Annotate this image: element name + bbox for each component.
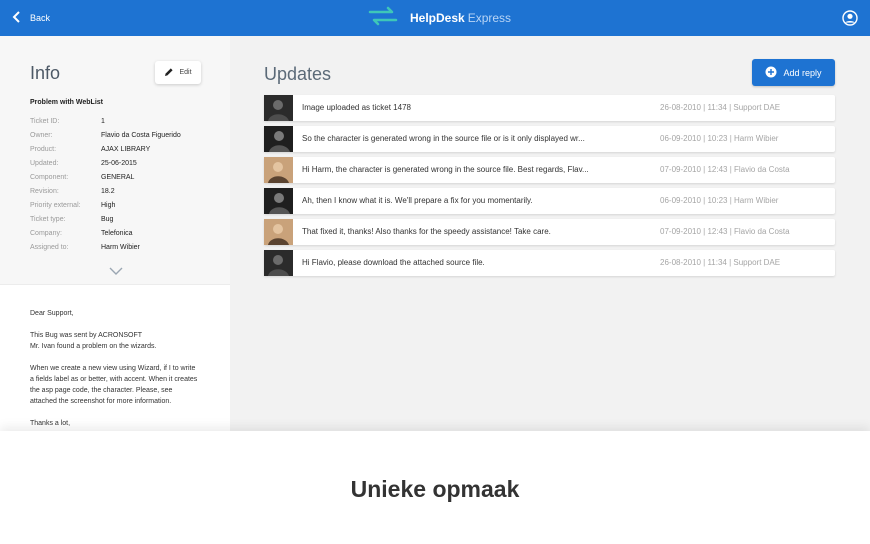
update-meta: 07-09-2010 | 12:43 | Flavio da Costa bbox=[660, 165, 790, 174]
helpdesk-logo-icon bbox=[366, 6, 400, 31]
update-meta: 06-09-2010 | 10:23 | Harm Wibier bbox=[660, 134, 779, 143]
ticket-description: Dear Support, This Bug was sent by ACRON… bbox=[0, 284, 230, 431]
prop-row: Company: Telefonica bbox=[30, 226, 210, 240]
avatar bbox=[264, 95, 293, 121]
update-text: Hi Harm, the character is generated wron… bbox=[302, 165, 589, 174]
update-meta: 06-09-2010 | 10:23 | Harm Wibier bbox=[660, 196, 779, 205]
back-button[interactable]: Back bbox=[12, 0, 50, 36]
user-account-button[interactable] bbox=[842, 10, 858, 26]
prop-label: Assigned to: bbox=[30, 243, 69, 251]
description-line: Mr. Ivan found a problem on the wizards. bbox=[30, 343, 157, 350]
prop-row: Revision: 18.2 bbox=[30, 184, 210, 198]
chevron-down-icon bbox=[108, 263, 124, 280]
avatar bbox=[264, 126, 293, 152]
prop-row: Updated: 25-06-2015 bbox=[30, 156, 210, 170]
description-paragraph: This Bug was sent by ACRONSOFT Mr. Ivan f… bbox=[30, 330, 200, 352]
description-line: This Bug was sent by ACRONSOFT bbox=[30, 332, 143, 339]
update-meta: 26-08-2010 | 11:34 | Support DAE bbox=[660, 258, 781, 267]
prop-label: Priority external: bbox=[30, 201, 81, 209]
description-paragraph: Thanks a lot, bbox=[30, 420, 71, 427]
update-row[interactable]: So the character is generated wrong in t… bbox=[264, 126, 835, 152]
update-text: Image uploaded as ticket 1478 bbox=[302, 103, 411, 112]
prop-label: Product: bbox=[30, 145, 57, 153]
back-label: Back bbox=[30, 13, 51, 23]
updates-list: Image uploaded as ticket 1478 26-08-2010… bbox=[264, 95, 835, 281]
info-title: Info bbox=[30, 63, 61, 83]
prop-value: GENERAL bbox=[101, 173, 135, 181]
prop-value: Flavio da Costa Figuerido bbox=[101, 131, 181, 139]
prop-label: Revision: bbox=[30, 187, 59, 195]
update-row[interactable]: Image uploaded as ticket 1478 26-08-2010… bbox=[264, 95, 835, 121]
prop-label: Owner: bbox=[30, 131, 53, 139]
prop-row: Priority external: High bbox=[30, 198, 210, 212]
update-text: That fixed it, thanks! Also thanks for t… bbox=[302, 227, 551, 236]
prop-value: Harm Wibier bbox=[101, 243, 140, 251]
prop-value: 25-06-2015 bbox=[101, 159, 137, 167]
prop-value: AJAX LIBRARY bbox=[101, 145, 151, 153]
prop-row: Owner: Flavio da Costa Figuerido bbox=[30, 128, 210, 142]
prop-value: 18.2 bbox=[101, 187, 115, 195]
prop-value: High bbox=[101, 201, 116, 209]
prop-label: Component: bbox=[30, 173, 69, 181]
avatar bbox=[264, 250, 293, 276]
prop-value: Telefonica bbox=[101, 229, 133, 237]
update-text: Ah, then I know what it is. We'll prepar… bbox=[302, 196, 533, 205]
updates-title: Updates bbox=[264, 64, 332, 84]
add-reply-button[interactable]: Add reply bbox=[752, 59, 835, 86]
expand-properties-button[interactable] bbox=[108, 263, 124, 275]
brand-name: HelpDesk bbox=[410, 11, 465, 25]
update-row[interactable]: Hi Harm, the character is generated wron… bbox=[264, 157, 835, 183]
prop-row: Assigned to: Harm Wibier bbox=[30, 240, 210, 254]
ticket-properties: Ticket ID: 1 Owner: Flavio da Costa Figuer… bbox=[30, 114, 210, 254]
prop-row: Component: GENERAL bbox=[30, 170, 210, 184]
plus-circle-icon bbox=[765, 66, 777, 80]
edit-label: Edit bbox=[179, 69, 192, 76]
info-sidebar: Info Edit Problem with WebList Ticket ID… bbox=[0, 36, 230, 431]
overlay-title: Unieke opmaak bbox=[350, 476, 520, 502]
brand: HelpDesk Express bbox=[366, 0, 511, 36]
user-icon bbox=[842, 10, 858, 30]
prop-label: Company: bbox=[30, 229, 62, 237]
avatar bbox=[264, 157, 293, 183]
edit-button[interactable]: Edit bbox=[155, 61, 201, 84]
update-row[interactable]: Ah, then I know what it is. We'll prepar… bbox=[264, 188, 835, 214]
update-row[interactable]: Hi Flavio, please download the attached … bbox=[264, 250, 835, 276]
description-paragraph: Dear Support, bbox=[30, 310, 74, 317]
brand-subtitle: Express bbox=[467, 11, 512, 25]
add-reply-label: Add reply bbox=[783, 67, 822, 78]
prop-value: 1 bbox=[101, 117, 105, 125]
prop-row: Product: AJAX LIBRARY bbox=[30, 142, 210, 156]
update-meta: 07-09-2010 | 12:43 | Flavio da Costa bbox=[660, 227, 790, 236]
prop-row: Ticket type: Bug bbox=[30, 212, 210, 226]
description-paragraph: When we create a new view using Wizard, … bbox=[30, 365, 198, 405]
prop-value: Bug bbox=[101, 215, 114, 223]
prop-label: Ticket type: bbox=[30, 215, 66, 223]
update-text: So the character is generated wrong in t… bbox=[302, 134, 585, 143]
update-row[interactable]: That fixed it, thanks! Also thanks for t… bbox=[264, 219, 835, 245]
prop-row: Ticket ID: 1 bbox=[30, 114, 210, 128]
avatar bbox=[264, 188, 293, 214]
avatar bbox=[264, 219, 293, 245]
update-meta: 26-08-2010 | 11:34 | Support DAE bbox=[660, 103, 781, 112]
chevron-left-icon bbox=[12, 11, 22, 25]
prop-label: Updated: bbox=[30, 159, 59, 167]
prop-label: Ticket ID: bbox=[30, 117, 60, 125]
ticket-title: Problem with WebList bbox=[30, 99, 103, 106]
update-text: Hi Flavio, please download the attached … bbox=[302, 258, 485, 267]
pencil-icon bbox=[164, 67, 174, 79]
top-bar: Back HelpDesk Express bbox=[0, 0, 870, 36]
feature-overlay: Unieke opmaak bbox=[0, 431, 870, 544]
